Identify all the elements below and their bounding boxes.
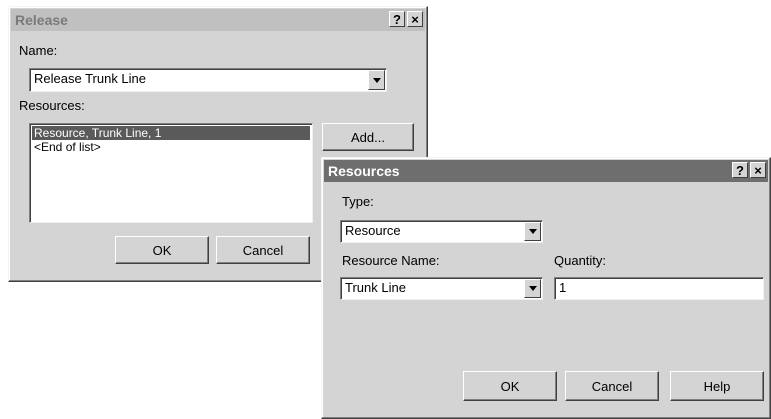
- close-icon[interactable]: ×: [407, 11, 423, 27]
- resource-name-label: Resource Name:: [342, 253, 440, 268]
- quantity-label: Quantity:: [554, 253, 607, 268]
- resources-listbox[interactable]: Resource, Trunk Line, 1 <End of list>: [29, 123, 313, 223]
- type-label: Type:: [342, 194, 374, 209]
- cancel-button[interactable]: Cancel: [565, 371, 659, 401]
- help-icon[interactable]: ?: [389, 11, 405, 27]
- resource-name-value: Trunk Line: [345, 280, 406, 295]
- name-combobox[interactable]: Release Trunk Line: [29, 68, 387, 92]
- add-button[interactable]: Add...: [322, 123, 414, 151]
- name-label: Name:: [19, 43, 58, 58]
- resources-dialog: Resources ? × Type: Resource Resource Na…: [321, 157, 771, 419]
- resources-label: Resources:: [19, 98, 85, 113]
- list-item[interactable]: <End of list>: [32, 140, 310, 154]
- ok-button[interactable]: OK: [463, 371, 557, 401]
- type-value: Resource: [345, 223, 401, 238]
- resources-title-bar[interactable]: Resources ? ×: [324, 160, 768, 182]
- type-combobox[interactable]: Resource: [340, 220, 543, 243]
- resource-name-combobox[interactable]: Trunk Line: [340, 277, 543, 300]
- help-button[interactable]: Help: [670, 371, 764, 401]
- quantity-input[interactable]: 1: [554, 277, 764, 300]
- chevron-down-icon[interactable]: [524, 222, 541, 241]
- list-item[interactable]: Resource, Trunk Line, 1: [32, 126, 310, 140]
- chevron-down-icon[interactable]: [524, 279, 541, 298]
- help-icon[interactable]: ?: [732, 162, 748, 178]
- ok-button[interactable]: OK: [115, 236, 209, 264]
- quantity-value: 1: [559, 280, 567, 295]
- name-value: Release Trunk Line: [34, 71, 147, 86]
- release-title-bar[interactable]: Release ? ×: [11, 9, 425, 31]
- close-icon[interactable]: ×: [750, 162, 766, 178]
- resources-title: Resources: [328, 163, 400, 179]
- release-title: Release: [15, 12, 68, 28]
- chevron-down-icon[interactable]: [368, 70, 385, 90]
- cancel-button[interactable]: Cancel: [216, 236, 310, 264]
